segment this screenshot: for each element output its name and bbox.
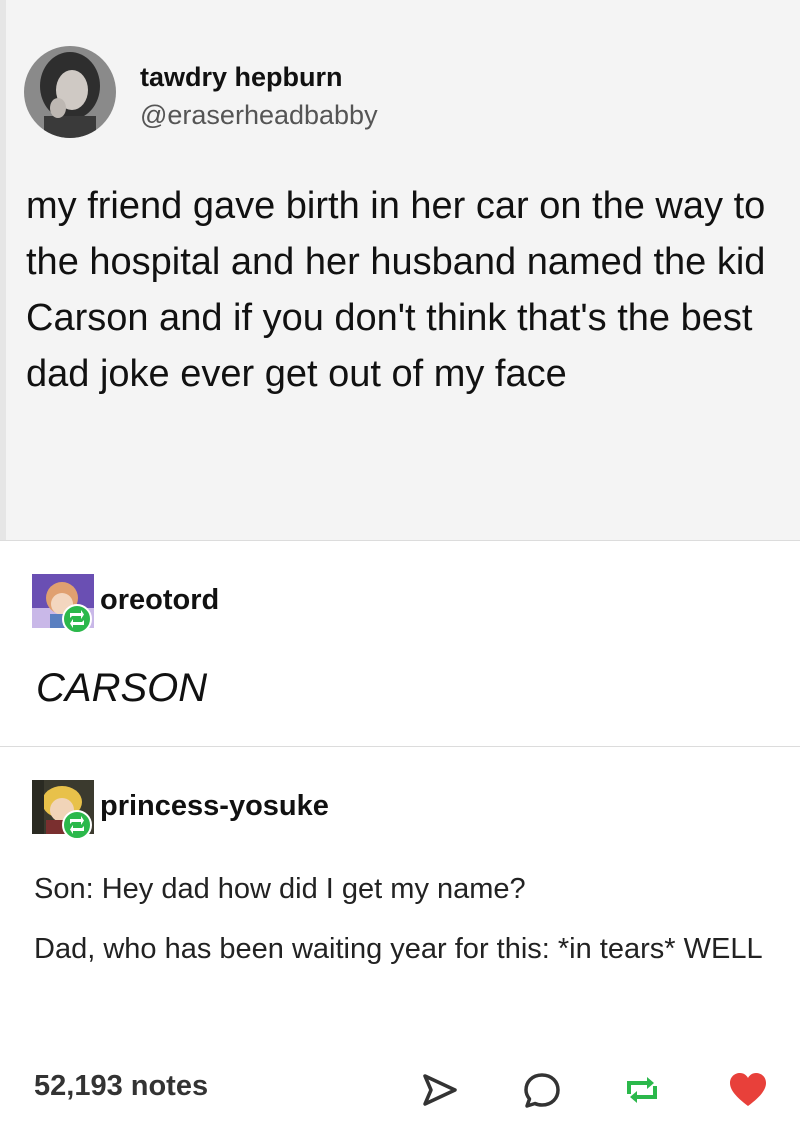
like-icon[interactable] <box>726 1068 770 1112</box>
reblog-text-line: Dad, who has been waiting year for this:… <box>34 933 763 965</box>
reblog-username[interactable]: oreotord <box>100 584 219 617</box>
tweet-text: my friend gave birth in her car on the w… <box>26 185 766 395</box>
divider <box>0 746 800 747</box>
embedded-tweet: tawdry hepburn @eraserheadbabby my frien… <box>0 0 800 540</box>
reblog-badge <box>62 810 92 840</box>
reblog-username[interactable]: princess-yosuke <box>100 790 329 823</box>
tweet-display-name[interactable]: tawdry hepburn <box>140 62 343 93</box>
tweet-handle[interactable]: @eraserheadbabby <box>140 100 378 131</box>
reblog-text: CARSON <box>36 666 208 710</box>
notes-count[interactable]: 52,193 notes <box>34 1070 208 1103</box>
reblog-icon <box>70 610 84 628</box>
divider <box>0 540 800 541</box>
reply-icon[interactable] <box>520 1068 564 1112</box>
reblog-text-line: Son: Hey dad how did I get my name? <box>34 873 526 905</box>
reblog-icon <box>70 816 84 834</box>
reblog-icon[interactable] <box>620 1068 664 1112</box>
tweet-avatar[interactable] <box>24 46 116 138</box>
reblog-badge <box>62 604 92 634</box>
share-icon[interactable] <box>418 1068 462 1112</box>
